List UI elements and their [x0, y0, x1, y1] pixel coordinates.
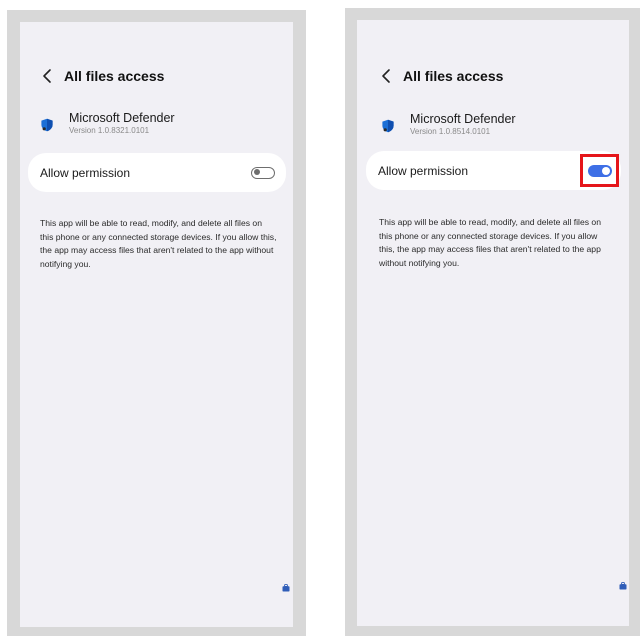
permission-toggle[interactable] [251, 166, 275, 179]
settings-screen: All files access Microsoft Defender Vers… [357, 20, 629, 626]
permission-label: Allow permission [378, 163, 469, 178]
allow-permission-row[interactable]: Allow permission [28, 153, 286, 192]
phone-screenshot-left: All files access Microsoft Defender Vers… [7, 10, 306, 636]
page-title: All files access [64, 68, 165, 84]
permission-description: This app will be able to read, modify, a… [379, 217, 601, 268]
defender-shield-icon [41, 118, 53, 132]
settings-screen: All files access Microsoft Defender Vers… [20, 22, 293, 627]
allow-permission-row[interactable]: Allow permission [366, 151, 621, 190]
page-header: All files access [379, 67, 503, 85]
app-info: Microsoft Defender Version 1.0.8321.0101 [40, 111, 175, 136]
defender-shield-icon [382, 119, 394, 133]
app-info: Microsoft Defender Version 1.0.8514.0101 [381, 112, 516, 137]
phone-screenshot-right: All files access Microsoft Defender Vers… [345, 8, 640, 636]
permission-toggle[interactable] [587, 164, 612, 177]
app-version: Version 1.0.8514.0101 [410, 127, 491, 136]
toggle-knob [253, 169, 260, 175]
app-version: Version 1.0.8321.0101 [69, 126, 150, 135]
page-title: All files access [403, 68, 504, 84]
highlight-box [580, 154, 619, 187]
permission-description: This app will be able to read, modify, a… [40, 218, 277, 269]
permission-label: Allow permission [40, 165, 131, 180]
briefcase-icon[interactable] [619, 582, 627, 590]
briefcase-icon[interactable] [282, 584, 290, 592]
page-header: All files access [40, 67, 164, 85]
toggle-knob [601, 166, 610, 175]
app-name: Microsoft Defender [69, 111, 175, 125]
app-name: Microsoft Defender [410, 112, 516, 126]
chevron-left-icon[interactable] [40, 67, 56, 85]
chevron-left-icon[interactable] [379, 67, 395, 85]
